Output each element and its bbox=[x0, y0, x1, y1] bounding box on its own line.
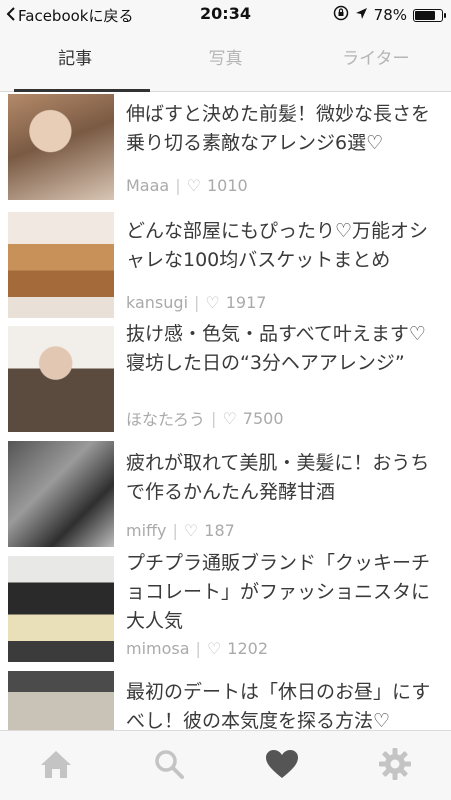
article-item[interactable]: 伸ばすと決めた前髪！微妙な長さを乗り切る素敵なアレンジ6選♡ Maaa | ♡ … bbox=[0, 92, 451, 207]
rotation-lock-icon bbox=[333, 5, 349, 25]
article-title: プチプラ通販ブランド「クッキーチョコレート」がファッショニスタに大人気 bbox=[126, 552, 431, 632]
article-list: 伸ばすと決めた前髪！微妙な長さを乗り切る素敵なアレンジ6選♡ Maaa | ♡ … bbox=[0, 92, 451, 730]
like-heart-icon: ♡ bbox=[186, 176, 201, 195]
article-title: 最初のデートは「休日のお昼」にすべし！彼の本気度を探る方法♡ bbox=[126, 681, 431, 730]
article-likes: 1202 bbox=[227, 639, 268, 658]
like-heart-icon: ♡ bbox=[222, 408, 237, 428]
article-author: mimosa bbox=[126, 639, 190, 658]
article-meta: kansugi | ♡ 1917 bbox=[126, 293, 266, 312]
nav-settings[interactable] bbox=[338, 731, 451, 800]
article-author: miffy bbox=[126, 521, 167, 540]
like-heart-icon: ♡ bbox=[206, 639, 222, 658]
battery-percent: 78% bbox=[373, 6, 407, 24]
article-item[interactable]: 疲れが取れて美肌・美髪に！おうちで作るかんたん発酵甘酒 miffy | ♡ 18… bbox=[0, 441, 451, 556]
meta-separator: | bbox=[175, 176, 181, 195]
article-title: 伸ばすと決めた前髪！微妙な長さを乗り切る素敵なアレンジ6選♡ bbox=[126, 103, 431, 154]
gear-icon bbox=[378, 747, 412, 785]
article-title: 抜け感・色気・品すべて叶えます♡寝坊した日の“3分ヘアアレンジ” bbox=[126, 323, 426, 374]
article-item[interactable]: 最初のデートは「休日のお昼」にすべし！彼の本気度を探る方法♡ bbox=[0, 670, 451, 730]
article-thumbnail bbox=[8, 94, 114, 200]
nav-search[interactable] bbox=[113, 731, 226, 800]
article-meta: ほなたろう | ♡ 7500 bbox=[126, 406, 284, 430]
article-thumbnail bbox=[8, 326, 114, 432]
article-likes: 1010 bbox=[206, 176, 248, 195]
meta-separator: | bbox=[195, 639, 201, 658]
article-author: kansugi bbox=[126, 293, 189, 312]
article-likes: 7500 bbox=[242, 408, 284, 428]
content-tabs: 記事 写真 ライター bbox=[0, 30, 451, 92]
article-thumbnail bbox=[8, 556, 114, 662]
article-likes: 1917 bbox=[225, 293, 267, 312]
article-title: 疲れが取れて美肌・美髪に！おうちで作るかんたん発酵甘酒 bbox=[126, 452, 430, 503]
meta-separator: | bbox=[172, 521, 178, 540]
article-author: Maaa bbox=[126, 176, 170, 195]
article-author: ほなたろう bbox=[126, 410, 206, 429]
article-item[interactable]: プチプラ通販ブランド「クッキーチョコレート」がファッショニスタに大人気 mimo… bbox=[0, 552, 451, 671]
tab-articles[interactable]: 記事 bbox=[0, 30, 151, 92]
article-item[interactable]: 抜け感・色気・品すべて叶えます♡寝坊した日の“3分ヘアアレンジ” ほなたろう |… bbox=[0, 323, 451, 441]
tab-photos[interactable]: 写真 bbox=[150, 30, 300, 91]
article-meta: mimosa | ♡ 1202 bbox=[126, 639, 268, 658]
article-thumbnail bbox=[8, 441, 114, 547]
article-likes: 187 bbox=[204, 521, 235, 540]
meta-separator: | bbox=[211, 408, 217, 428]
nav-favorites[interactable] bbox=[226, 731, 339, 800]
battery-icon bbox=[413, 8, 446, 22]
battery-level bbox=[415, 10, 435, 20]
home-icon bbox=[39, 748, 73, 784]
status-bar: Facebookに戻る 20:34 78% bbox=[0, 0, 451, 30]
article-item[interactable]: どんな部屋にもぴったり♡万能オシャレな100均バスケットまとめ kansugi … bbox=[0, 209, 451, 324]
article-title: どんな部屋にもぴったり♡万能オシャレな100均バスケットまとめ bbox=[126, 220, 429, 271]
tab-writers[interactable]: ライター bbox=[301, 30, 451, 91]
status-indicators: 78% bbox=[333, 5, 446, 25]
nav-home[interactable] bbox=[0, 731, 113, 800]
meta-separator: | bbox=[194, 293, 200, 312]
like-heart-icon: ♡ bbox=[183, 521, 199, 540]
article-meta: miffy | ♡ 187 bbox=[126, 521, 235, 540]
article-meta: Maaa | ♡ 1010 bbox=[126, 176, 248, 195]
heart-icon bbox=[264, 748, 300, 784]
like-heart-icon: ♡ bbox=[205, 293, 220, 312]
search-icon bbox=[153, 748, 185, 784]
bottom-navigation bbox=[0, 730, 451, 800]
location-arrow-icon bbox=[355, 6, 368, 24]
article-thumbnail bbox=[8, 671, 114, 730]
article-thumbnail bbox=[8, 212, 114, 318]
